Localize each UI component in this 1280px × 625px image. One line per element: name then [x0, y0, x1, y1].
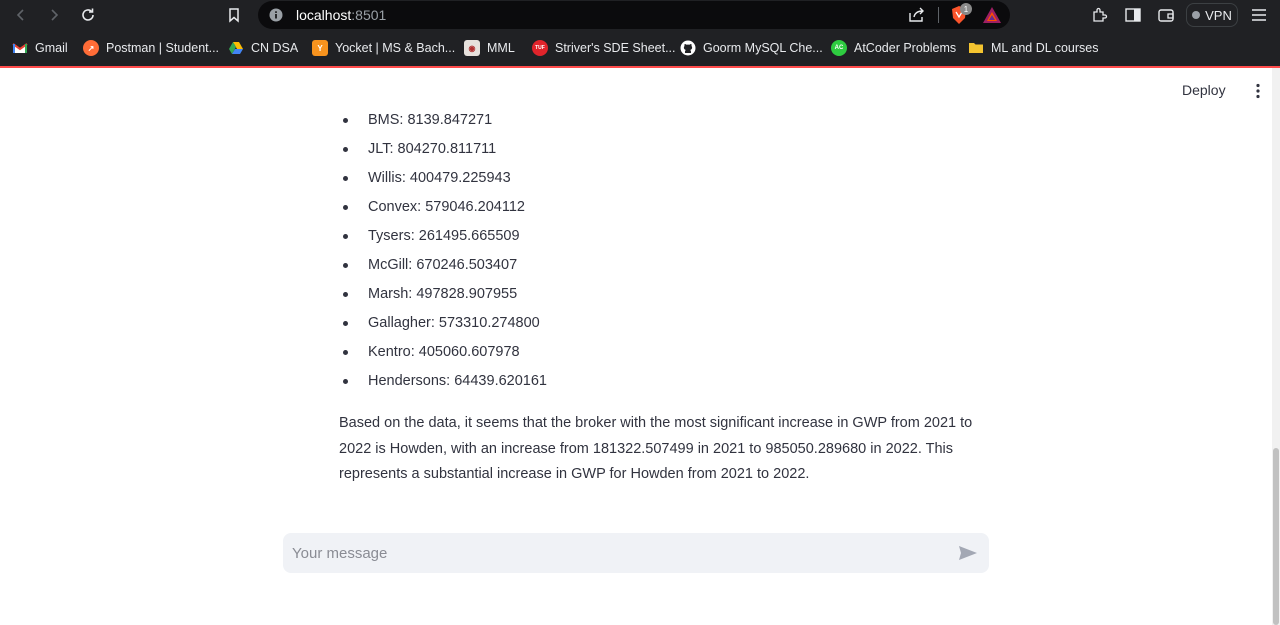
brave-rewards-icon[interactable] — [982, 6, 1002, 24]
bookmark-gmail[interactable]: Gmail — [12, 37, 68, 59]
streamlit-app: Deploy BMS: 8139.847271 JLT: 804270.8117… — [0, 68, 1280, 625]
mml-icon: ◉ — [464, 40, 480, 56]
bookmark-cn-dsa[interactable]: CN DSA — [228, 37, 298, 59]
list-item: Hendersons: 64439.620161 — [339, 369, 989, 398]
tuf-icon: TUF — [532, 40, 548, 56]
deploy-button[interactable]: Deploy — [1182, 82, 1226, 98]
github-icon — [680, 40, 696, 56]
menu-icon[interactable] — [1250, 6, 1268, 24]
list-item: Marsh: 497828.907955 — [339, 282, 989, 311]
address-bar[interactable]: localhost:8501 1 — [258, 1, 1010, 29]
bookmark-yocket[interactable]: Y Yocket | MS & Bach... — [312, 37, 455, 59]
vpn-label: VPN — [1205, 7, 1232, 23]
summary-paragraph: Based on the data, it seems that the bro… — [339, 415, 973, 482]
list-item: McGill: 670246.503407 — [339, 253, 989, 282]
chat-input-box — [283, 533, 989, 573]
vpn-button[interactable]: VPN — [1186, 3, 1238, 27]
bookmark-postman[interactable]: ↗ Postman | Student... — [83, 37, 219, 59]
chat-message-input[interactable] — [292, 533, 932, 573]
yocket-icon: Y — [312, 40, 328, 56]
google-drive-icon — [228, 40, 244, 56]
list-item: JLT: 804270.811711 — [339, 137, 989, 166]
bookmarks-bar: Gmail ↗ Postman | Student... CN DSA Y Yo… — [0, 37, 1280, 59]
bookmark-icon[interactable] — [221, 2, 247, 28]
bookmark-ml-dl-courses[interactable]: ML and DL courses — [968, 37, 1098, 59]
vpn-status-icon — [1192, 11, 1201, 19]
list-item: Kentro: 405060.607978 — [339, 340, 989, 369]
list-item: BMS: 8139.847271 — [339, 108, 989, 137]
atcoder-icon: AC — [831, 40, 847, 56]
folder-icon — [968, 40, 984, 56]
url-text: localhost:8501 — [296, 7, 387, 23]
scrollbar-thumb[interactable] — [1273, 448, 1279, 625]
site-info-icon[interactable] — [269, 8, 283, 22]
share-icon[interactable] — [908, 7, 926, 23]
scrollbar[interactable] — [1272, 68, 1280, 625]
send-icon[interactable] — [958, 545, 978, 561]
reload-icon[interactable] — [75, 2, 101, 28]
broker-list: BMS: 8139.847271 JLT: 804270.811711 Will… — [339, 108, 989, 398]
list-item: Tysers: 261495.665509 — [339, 224, 989, 253]
list-item: Convex: 579046.204112 — [339, 195, 989, 224]
bookmark-atcoder[interactable]: AC AtCoder Problems — [831, 37, 956, 59]
sidebar-toggle-icon[interactable] — [1124, 6, 1142, 24]
list-item: Willis: 400479.225943 — [339, 166, 989, 195]
wallet-icon[interactable] — [1157, 6, 1175, 24]
shield-count-badge: 1 — [960, 3, 972, 15]
divider — [938, 7, 939, 23]
back-icon[interactable] — [8, 2, 34, 28]
bookmark-mml[interactable]: ◉ MML — [464, 37, 515, 59]
postman-icon: ↗ — [83, 40, 99, 56]
main-menu-icon[interactable] — [1252, 83, 1264, 99]
gmail-icon — [12, 40, 28, 56]
bookmark-strivers-sheet[interactable]: TUF Striver's SDE Sheet... — [532, 37, 675, 59]
assistant-message: BMS: 8139.847271 JLT: 804270.811711 Will… — [339, 108, 989, 488]
browser-chrome: localhost:8501 1 VPN Gmail ↗ Postman | S… — [0, 0, 1280, 68]
browser-toolbar: localhost:8501 1 VPN — [0, 0, 1280, 30]
forward-icon[interactable] — [41, 2, 67, 28]
bookmark-goorm-mysql[interactable]: Goorm MySQL Che... — [680, 37, 823, 59]
extensions-icon[interactable] — [1090, 6, 1108, 24]
list-item: Gallagher: 573310.274800 — [339, 311, 989, 340]
